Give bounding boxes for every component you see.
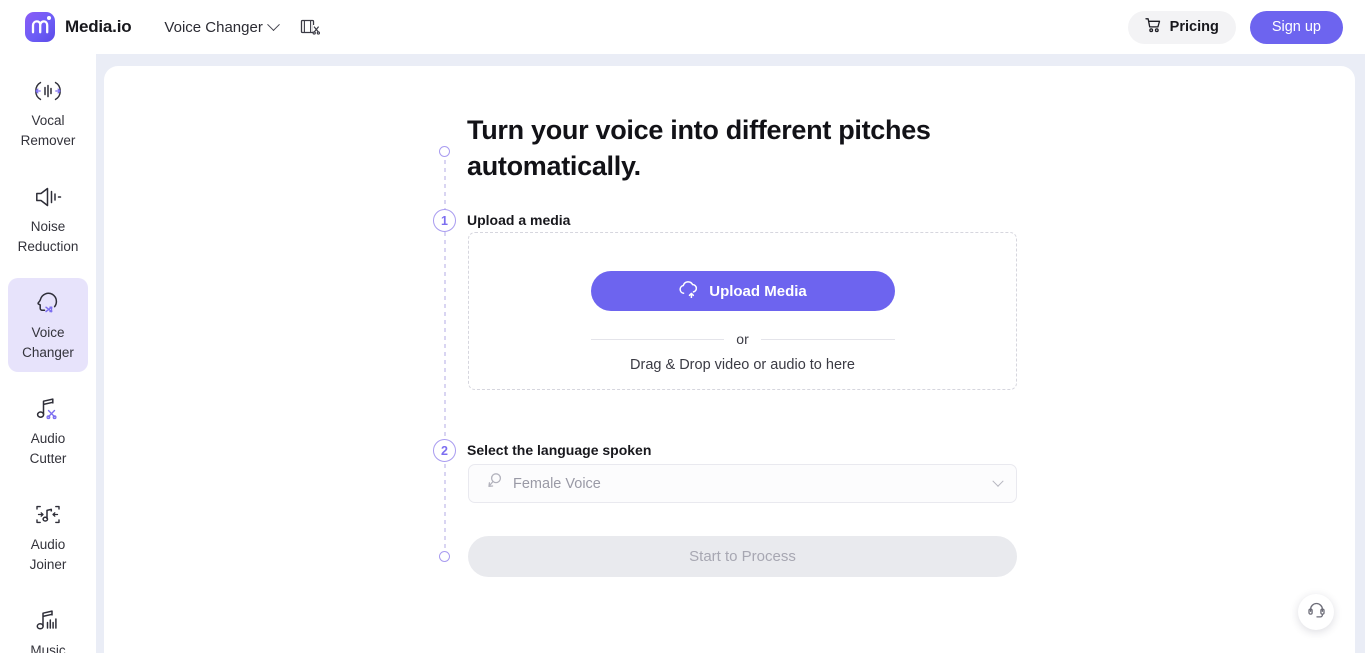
audio-joiner-icon (12, 500, 84, 530)
upload-media-button[interactable]: Upload Media (590, 271, 895, 311)
sidebar-item-voice-changer[interactable]: Voice Changer (8, 278, 88, 372)
cloud-upload-icon (678, 280, 698, 302)
pricing-label: Pricing (1169, 19, 1219, 35)
support-button[interactable] (1298, 594, 1334, 630)
music-visualizer-icon (12, 606, 84, 636)
step2-label: Select the language spoken (467, 442, 652, 458)
audio-cutter-icon (12, 394, 84, 424)
media-io-logo-icon (25, 12, 55, 42)
female-symbol-icon (487, 472, 503, 495)
upload-dropzone[interactable]: Upload Media or Drag & Drop video or aud… (468, 232, 1017, 390)
stepper-node-2: 2 (433, 439, 456, 462)
upload-media-label: Upload Media (709, 282, 807, 300)
or-divider: or (590, 331, 895, 347)
sidebar-item-label: Vocal Remover (20, 113, 76, 148)
sidebar-item-label: Music Visualizer (30, 643, 66, 653)
sidebar-item-noise-reduction[interactable]: Noise Reduction (8, 172, 88, 266)
start-process-button[interactable]: Start to Process (468, 536, 1017, 577)
step-progress-rail: 1 2 (433, 146, 457, 568)
sidebar-item-label: Voice Changer (22, 325, 74, 360)
voice-changer-icon (12, 288, 84, 318)
chevron-down-icon (992, 475, 1004, 487)
signup-button[interactable]: Sign up (1249, 10, 1343, 44)
chevron-down-icon (266, 17, 280, 31)
sidebar-item-vocal-remover[interactable]: Vocal Remover (8, 66, 88, 160)
sidebar-item-audio-cutter[interactable]: Audio Cutter (8, 384, 88, 478)
sidebar: Vocal Remover Noise Reduction Voice Chan… (0, 54, 96, 653)
film-scissors-icon[interactable] (300, 18, 320, 36)
shopping-cart-icon (1145, 17, 1162, 37)
sidebar-item-label: Noise Reduction (17, 219, 79, 254)
stepper-node-1: 1 (433, 209, 456, 232)
headset-support-icon (1307, 600, 1326, 624)
sidebar-item-audio-joiner[interactable]: Audio Joiner (8, 490, 88, 584)
main-stage: 1 2 Turn your voice into different pitch… (96, 54, 1365, 653)
voice-select[interactable]: Female Voice (468, 464, 1017, 503)
noise-reduction-icon (12, 182, 84, 212)
brand[interactable]: Media.io (25, 12, 132, 42)
sidebar-item-music-visualizer[interactable]: Music Visualizer (8, 596, 88, 653)
stepper-node-end (439, 551, 450, 562)
divider-line-left (590, 338, 725, 340)
page-title: Turn your voice into different pitches a… (467, 115, 931, 181)
step1-label: Upload a media (467, 212, 571, 228)
voice-select-value: Female Voice (513, 475, 601, 492)
or-label: or (736, 331, 749, 347)
pricing-button[interactable]: Pricing (1127, 10, 1236, 44)
sidebar-item-label: Audio Joiner (29, 537, 67, 572)
sidebar-item-label: Audio Cutter (29, 431, 67, 466)
content-panel: 1 2 Turn your voice into different pitch… (104, 66, 1355, 653)
stepper-node-start (439, 146, 450, 157)
divider-line-right (760, 338, 895, 340)
tool-selector-label: Voice Changer (164, 18, 263, 36)
tool-selector[interactable]: Voice Changer (164, 17, 280, 36)
drag-drop-hint: Drag & Drop video or audio to here (630, 357, 855, 373)
vocal-remover-icon (12, 76, 84, 106)
header-actions: Pricing Sign up (1127, 10, 1343, 44)
app-header: Media.io Voice Changer Pricing Sign up (0, 0, 1365, 54)
brand-name: Media.io (65, 17, 132, 36)
